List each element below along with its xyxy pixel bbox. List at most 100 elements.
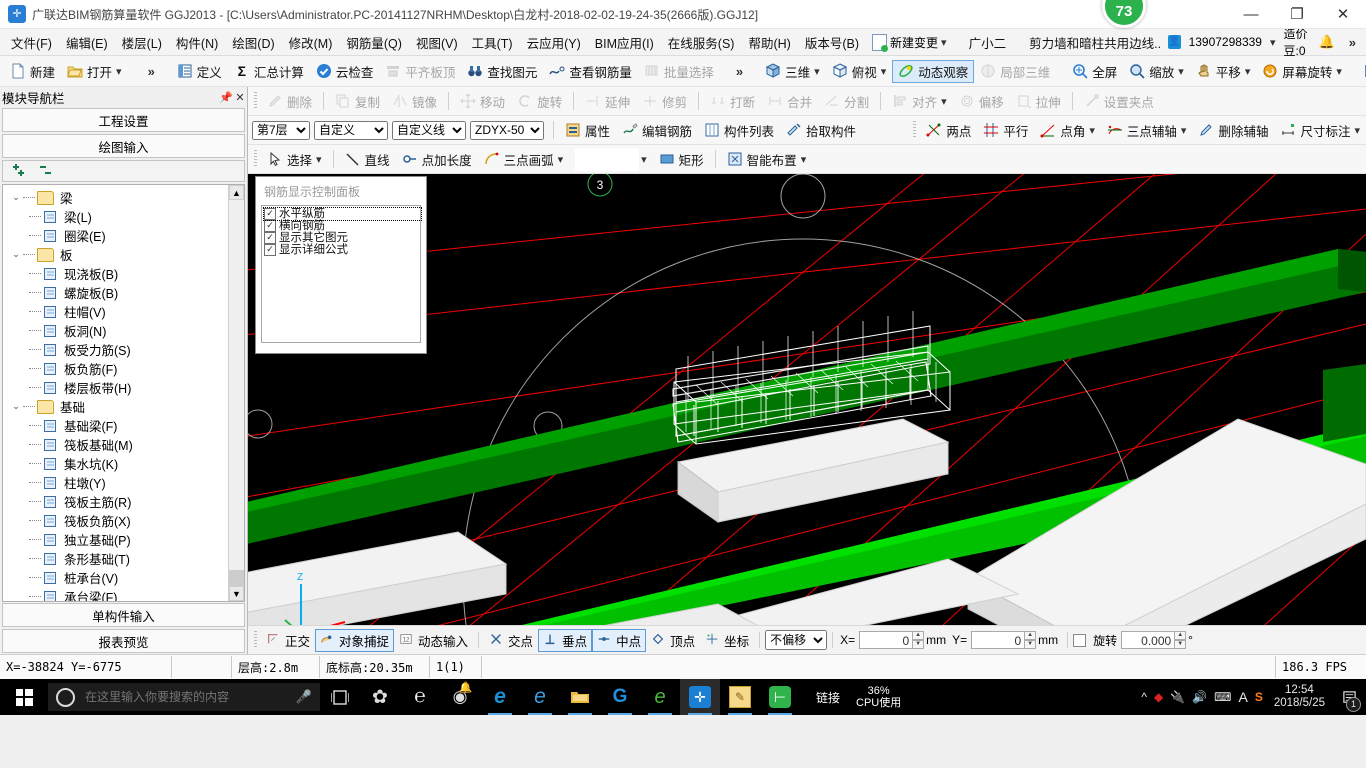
tree-item[interactable]: 板受力筋(S)	[3, 340, 228, 359]
cloud-check-button[interactable]: 云检查	[310, 60, 380, 83]
top-view-chevron-down-icon[interactable]: ▾	[881, 65, 887, 78]
nav-tab-report-preview[interactable]: 报表预览	[2, 629, 245, 653]
expand-all-icon[interactable]	[11, 163, 28, 180]
pin-icon[interactable]: 📌	[219, 91, 233, 104]
ie-browser-icon[interactable]: e	[520, 679, 560, 715]
fullscreen-button[interactable]: 全屏	[1066, 60, 1123, 83]
tree-item[interactable]: 柱帽(V)	[3, 302, 228, 321]
edge-browser-icon[interactable]: e	[480, 679, 520, 715]
two-point-axis-button[interactable]: 两点	[920, 119, 977, 142]
checkbox[interactable]: ✓	[264, 208, 276, 220]
menubar-overflow-button[interactable]: »	[1343, 35, 1362, 50]
checkbox[interactable]: ✓	[264, 220, 276, 232]
y-input[interactable]: 0	[971, 631, 1026, 649]
tree-folder[interactable]: ⌄ 梁	[3, 188, 228, 207]
summary-calc-button[interactable]: Σ 汇总计算	[228, 60, 310, 83]
midpoint-snap-toggle[interactable]: 中点	[592, 628, 647, 652]
menu-floor[interactable]: 楼层(L)	[115, 29, 169, 56]
rotate-button[interactable]: 旋转	[511, 90, 568, 113]
define-button[interactable]: 定义	[171, 60, 228, 83]
search-input[interactable]	[83, 689, 288, 705]
menu-bim-apps[interactable]: BIM应用(I)	[588, 29, 661, 56]
tree-item[interactable]: 板负筋(F)	[3, 359, 228, 378]
point-angle-axis-button[interactable]: 点角 ▾	[1034, 119, 1101, 142]
rotate-stepper[interactable]: 0.000 ▲ ▼	[1121, 631, 1187, 649]
menu-view[interactable]: 视图(V)	[409, 29, 465, 56]
draw-mode-chevron-down-icon[interactable]: ▾	[641, 153, 647, 166]
break-button[interactable]: 打断	[704, 90, 761, 113]
tree-folder[interactable]: ⌄ 基础	[3, 397, 228, 416]
tree-item[interactable]: 板洞(N)	[3, 321, 228, 340]
y-stepper[interactable]: 0 ▲ ▼	[971, 631, 1037, 649]
rotate-input[interactable]: 0.000	[1121, 631, 1176, 649]
offset-button[interactable]: 偏移	[953, 90, 1010, 113]
rebar-display-control-panel[interactable]: 钢筋显示控制面板 ✓ 水平纵筋 ✓ 横向钢筋 ✓ 显示其它图元 ✓ 显示详细公式	[255, 176, 427, 354]
3d-viewport[interactable]: 3 B	[248, 174, 1366, 625]
align-slab-top-button[interactable]: 平齐板顶	[379, 60, 461, 83]
tree-item[interactable]: 筏板负筋(X)	[3, 511, 228, 530]
three-d-button[interactable]: 三维 ▾	[759, 60, 826, 83]
category-select[interactable]: 自定义	[314, 120, 388, 140]
x-input[interactable]: 0	[859, 631, 914, 649]
start-button[interactable]	[0, 679, 48, 715]
tree-scroll-up-button[interactable]: ▲	[229, 185, 244, 200]
microphone-icon[interactable]: 🎤	[296, 689, 312, 705]
member-list-button[interactable]: 构件列表	[698, 119, 780, 142]
draw-mode-combo[interactable]	[575, 147, 640, 171]
three-point-arc-button[interactable]: 三点画弧 ▾	[478, 148, 570, 171]
rebar-panel-option[interactable]: ✓ 显示详细公式	[264, 244, 420, 256]
align-button[interactable]: 对齐 ▾	[886, 90, 953, 113]
three-d-chevron-down-icon[interactable]: ▾	[814, 65, 820, 78]
volume-icon[interactable]: 🔊	[1192, 690, 1207, 704]
set-grip-button[interactable]: 设置夹点	[1078, 90, 1160, 113]
line-tool-button[interactable]: 直线	[339, 148, 396, 171]
toolbar-left-overflow[interactable]: »	[142, 64, 161, 79]
three-point-axis-button[interactable]: 三点辅轴 ▾	[1101, 119, 1193, 142]
dynamic-observe-button[interactable]: 动态观察	[892, 59, 975, 83]
tree-scroll-down-button[interactable]: ▼	[229, 586, 244, 601]
align-chevron-down-icon[interactable]: ▾	[941, 95, 947, 108]
tree-item[interactable]: 集水坑(K)	[3, 454, 228, 473]
smart-layout-button[interactable]: 智能布置 ▾	[721, 148, 813, 171]
nav-tab-single-component-input[interactable]: 单构件输入	[2, 603, 245, 627]
menu-modify[interactable]: 修改(M)	[282, 29, 340, 56]
select-tool-button[interactable]: 选择 ▾	[261, 148, 328, 171]
tree-item[interactable]: 梁(L)	[3, 207, 228, 226]
screen-rotate-chevron-down-icon[interactable]: ▾	[1336, 65, 1342, 78]
pan-chevron-down-icon[interactable]: ▾	[1245, 65, 1251, 78]
tree-item[interactable]: 螺旋板(B)	[3, 283, 228, 302]
stretch-button[interactable]: 拉伸	[1010, 90, 1067, 113]
tree-item[interactable]: 基础梁(F)	[3, 416, 228, 435]
find-element-button[interactable]: 查找图元	[461, 60, 543, 83]
nav-tab-project-settings[interactable]: 工程设置	[2, 108, 245, 132]
menu-online-service[interactable]: 在线服务(S)	[661, 29, 742, 56]
zoom-chevron-down-icon[interactable]: ▾	[1178, 65, 1184, 78]
view-rebar-button[interactable]: 查看钢筋量	[543, 60, 638, 83]
object-snap-toggle[interactable]: 对象捕捉	[315, 628, 395, 652]
rotate-checkbox[interactable]	[1073, 633, 1087, 647]
keyboard-icon[interactable]: ⌨	[1214, 690, 1231, 704]
notification-center-button[interactable]: 1	[1336, 679, 1362, 715]
x-stepper[interactable]: 0 ▲ ▼	[859, 631, 925, 649]
merge-button[interactable]: 合并	[761, 90, 818, 113]
three-point-axis-chevron-down-icon[interactable]: ▾	[1181, 124, 1187, 137]
delete-button[interactable]: 删除	[261, 90, 318, 113]
coordinate-snap-toggle[interactable]: 坐标	[700, 629, 754, 652]
close-button[interactable]: ✕	[1320, 0, 1366, 28]
ruby-icon[interactable]: ◆	[1154, 690, 1163, 704]
glodon-app-icon[interactable]: ✛	[680, 679, 720, 715]
tree-item[interactable]: 柱墩(Y)	[3, 473, 228, 492]
batch-select-button[interactable]: 批量选择	[638, 60, 720, 83]
chevron-down-icon[interactable]: ⌄	[9, 192, 23, 203]
dimension-button[interactable]: 尺寸标注 ▾	[1274, 119, 1366, 142]
tree-item[interactable]: 独立基础(P)	[3, 530, 228, 549]
rebar-panel-option[interactable]: ✓ 显示其它图元	[264, 232, 420, 244]
select-tool-chevron-down-icon[interactable]: ▾	[316, 153, 322, 166]
menu-tools[interactable]: 工具(T)	[465, 29, 520, 56]
perpendicular-snap-toggle[interactable]: 垂点	[538, 628, 593, 652]
screen-rotate-button[interactable]: 屏幕旋转 ▾	[1256, 60, 1348, 83]
tree-item[interactable]: 筏板基础(M)	[3, 435, 228, 454]
split-button[interactable]: 分割	[818, 90, 875, 113]
account-phone-label[interactable]: 13907298339	[1189, 35, 1262, 49]
chevron-down-icon[interactable]: ⌄	[9, 249, 23, 260]
